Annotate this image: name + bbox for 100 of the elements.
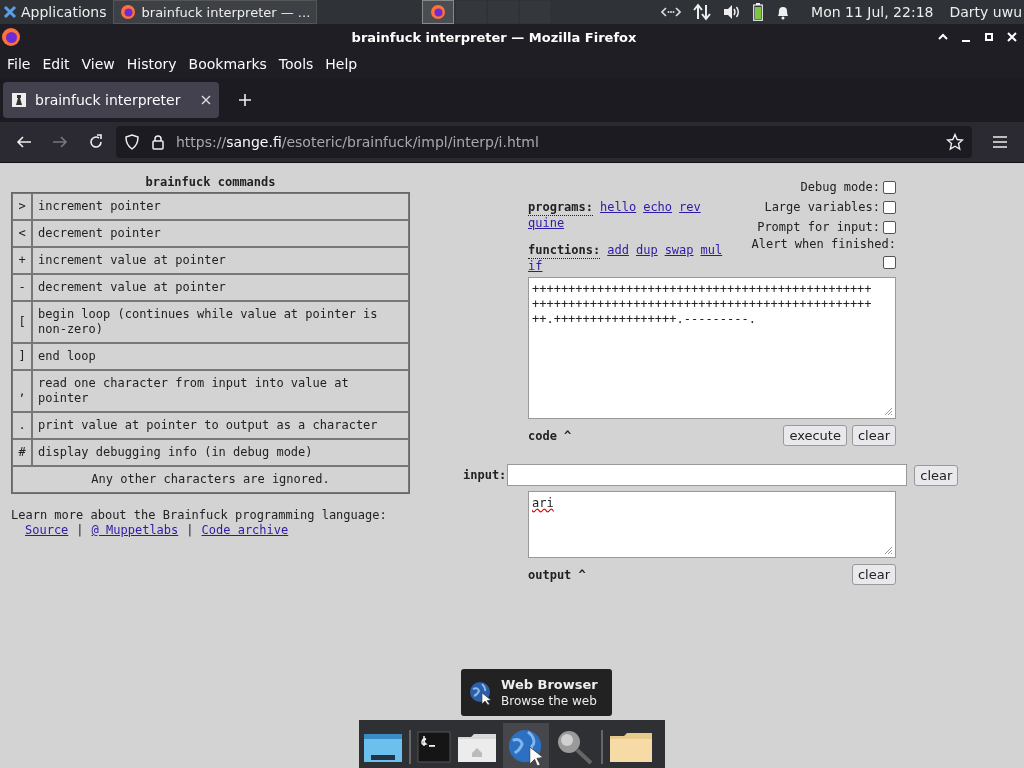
address-bar[interactable]: https://sange.fi/esoteric/brainfuck/impl/interp/i.html xyxy=(116,126,972,158)
fox-globe-icon xyxy=(1,27,21,47)
desktop-icon[interactable] xyxy=(363,731,403,763)
code-toggle[interactable]: code ^ xyxy=(528,428,572,443)
command-symbol: , xyxy=(12,370,32,412)
mouse-logo-icon xyxy=(3,5,17,19)
command-symbol: # xyxy=(12,439,32,466)
terminal-icon[interactable] xyxy=(417,731,451,763)
input-field[interactable] xyxy=(507,464,908,486)
command-description: decrement value at pointer xyxy=(32,274,409,301)
url-text: https://sange.fi/esoteric/brainfuck/impl/interp/i.html xyxy=(176,134,539,150)
menu-item[interactable]: Edit xyxy=(36,56,76,72)
reference-link[interactable]: Code archive xyxy=(201,523,289,538)
applications-menu[interactable]: Applications xyxy=(0,0,113,24)
option-label: Prompt for input: xyxy=(757,219,880,236)
command-description: decrement pointer xyxy=(32,220,409,247)
clear-input-button[interactable]: clear xyxy=(914,464,959,486)
tooltip-title: Web Browser xyxy=(501,675,598,693)
function-link[interactable]: add xyxy=(607,243,629,259)
tab-title: brainfuck interpreter xyxy=(35,92,182,108)
tooltip-subtitle: Browse the web xyxy=(501,692,598,710)
transfer-arrows-icon[interactable] xyxy=(693,3,712,21)
command-description: end loop xyxy=(32,343,409,370)
function-link[interactable]: swap xyxy=(664,243,694,259)
home-folder-icon[interactable] xyxy=(457,731,497,763)
reload-icon[interactable] xyxy=(88,134,104,150)
resize-grip-icon[interactable] xyxy=(883,545,893,555)
window-title: brainfuck interpreter — Mozilla Firefox xyxy=(350,29,638,45)
program-link[interactable]: quine xyxy=(528,216,565,231)
menu-item[interactable]: History xyxy=(120,56,183,72)
command-symbol: > xyxy=(12,193,32,220)
close-icon[interactable] xyxy=(201,95,211,105)
folder-icon[interactable] xyxy=(609,731,653,763)
command-description: begin loop (continues while value at pointer is non-zero) xyxy=(32,301,409,343)
globe-cursor-icon xyxy=(469,680,493,705)
checkbox[interactable] xyxy=(883,180,896,194)
menu-item[interactable]: View xyxy=(75,56,121,72)
command-description: read one character from input into value at pointer xyxy=(32,370,409,412)
checkbox[interactable] xyxy=(883,220,896,234)
option-label: Large variables: xyxy=(764,199,880,216)
checkbox[interactable] xyxy=(883,200,896,214)
function-link[interactable]: dup xyxy=(635,243,658,259)
clear-output-button[interactable]: clear xyxy=(851,564,896,585)
menu-item[interactable]: Help xyxy=(319,56,364,72)
function-link[interactable]: if xyxy=(528,259,543,274)
browser-tab[interactable]: brainfuck interpreter xyxy=(3,82,219,118)
output-textarea[interactable]: ari xyxy=(528,491,896,558)
program-link[interactable]: hello xyxy=(600,200,637,216)
command-symbol: [ xyxy=(12,301,32,343)
workspace-switcher[interactable] xyxy=(422,0,455,24)
command-symbol: < xyxy=(12,220,32,247)
learn-more-text: Learn more about the Brainfuck programming language: xyxy=(11,508,387,522)
menu-icon[interactable] xyxy=(992,134,1008,150)
command-symbol: . xyxy=(12,412,32,439)
plus-icon[interactable] xyxy=(238,93,252,107)
reference-link[interactable]: Source xyxy=(25,523,69,538)
command-symbol: ] xyxy=(12,343,32,370)
command-description: increment value at pointer xyxy=(32,247,409,274)
magnifier-icon[interactable] xyxy=(555,729,595,765)
battery-icon[interactable] xyxy=(753,3,764,21)
code-action-button[interactable]: execute xyxy=(783,425,847,446)
lock-icon[interactable] xyxy=(150,134,166,150)
option-label: Debug mode: xyxy=(800,179,880,196)
function-link[interactable]: mul xyxy=(700,243,723,259)
menu-item[interactable]: Tools xyxy=(272,56,320,72)
menu-item[interactable]: Bookmarks xyxy=(182,56,273,72)
output-toggle[interactable]: output ^ xyxy=(528,567,586,582)
back-icon[interactable] xyxy=(16,134,32,150)
program-link[interactable]: echo xyxy=(643,200,673,216)
resize-grip-icon[interactable] xyxy=(883,406,893,416)
code-textarea[interactable]: ++++++++++++++++++++++++++++++++++++++++++++++++++++++++++++++++++++++++++++++++++++++++++++++++.+++++++++++++++++.---------. xyxy=(528,277,896,419)
fox-globe-icon xyxy=(119,4,136,20)
option-label: Alert when finished: xyxy=(751,237,896,252)
network-icon[interactable] xyxy=(661,5,682,19)
clock[interactable]: Mon 11 Jul, 22:18 xyxy=(811,4,934,20)
command-description: increment pointer xyxy=(32,193,409,220)
command-symbol: + xyxy=(12,247,32,274)
command-description: display debugging info (in debug mode) xyxy=(32,439,409,466)
volume-icon[interactable] xyxy=(723,4,742,20)
link-separator: | xyxy=(76,523,84,538)
star-icon[interactable] xyxy=(946,133,964,151)
table-footer: Any other characters are ignored. xyxy=(12,466,409,493)
link-separator: | xyxy=(186,523,194,538)
checkbox[interactable] xyxy=(883,256,896,269)
forward-icon[interactable] xyxy=(52,134,68,150)
web-browser-launcher[interactable] xyxy=(503,723,549,768)
input-label: input: xyxy=(463,468,507,482)
functions-label: functions: xyxy=(528,243,601,259)
menu-item[interactable]: File xyxy=(1,56,37,72)
program-link[interactable]: rev xyxy=(679,200,701,216)
programs-label: programs: xyxy=(528,200,594,216)
page-icon xyxy=(11,92,27,108)
maximize-icon[interactable] xyxy=(983,31,995,43)
taskbar-window-button[interactable]: brainfuck interpreter — ... xyxy=(112,0,318,24)
command-symbol: - xyxy=(12,274,32,301)
user-name[interactable]: Darty uwu xyxy=(949,4,1022,20)
code-action-button[interactable]: clear xyxy=(851,425,896,446)
command-description: print value at pointer to output as a character xyxy=(32,412,409,439)
shield-icon[interactable] xyxy=(124,134,140,150)
reference-link[interactable]: @ Muppetlabs xyxy=(91,523,179,538)
